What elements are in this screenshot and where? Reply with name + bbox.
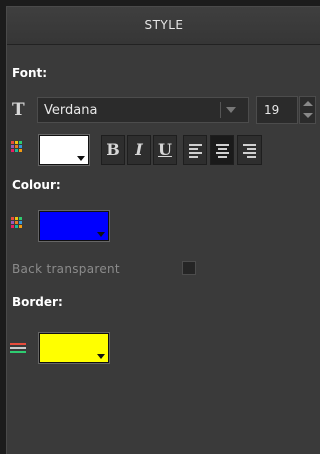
select-divider	[220, 102, 221, 118]
font-size-stepper[interactable]	[299, 96, 316, 124]
colour-label: Colour:	[12, 178, 61, 192]
font-color-swatch[interactable]	[38, 134, 90, 166]
dropdown-arrow-icon	[226, 107, 236, 113]
panel-title: STYLE	[144, 18, 184, 32]
font-family-value: Verdana	[44, 103, 98, 118]
font-label: Font:	[12, 66, 48, 80]
border-label: Border:	[12, 295, 63, 309]
bold-button[interactable]: B	[101, 135, 125, 165]
back-transparent-label: Back transparent	[12, 262, 120, 276]
spin-down-icon[interactable]	[303, 113, 313, 118]
align-left-icon	[189, 144, 202, 160]
align-left-button[interactable]	[183, 135, 207, 165]
panel-header[interactable]: STYLE	[7, 7, 320, 45]
font-size-input[interactable]: 19	[256, 96, 298, 124]
dropdown-arrow-icon	[97, 354, 105, 359]
underline-button[interactable]: U	[153, 135, 177, 165]
font-T-icon: T	[12, 100, 25, 120]
style-panel: STYLE Font: T Verdana 19 B I U Colour: B…	[6, 6, 320, 454]
font-family-select[interactable]: Verdana	[37, 97, 249, 123]
color-palette-icon	[11, 141, 22, 152]
dropdown-arrow-icon	[97, 232, 105, 237]
color-palette-icon	[11, 217, 22, 228]
border-lines-icon	[10, 343, 26, 353]
colour-swatch[interactable]	[38, 210, 110, 242]
align-center-icon	[216, 144, 229, 160]
back-transparent-checkbox[interactable]	[182, 261, 196, 275]
align-right-button[interactable]	[237, 135, 262, 165]
italic-button[interactable]: I	[127, 135, 151, 165]
align-right-icon	[243, 144, 256, 160]
spin-up-icon[interactable]	[303, 101, 313, 106]
align-center-button[interactable]	[210, 135, 234, 165]
dropdown-arrow-icon	[77, 156, 85, 161]
font-size-value: 19	[264, 103, 280, 117]
border-color-swatch[interactable]	[38, 332, 110, 364]
